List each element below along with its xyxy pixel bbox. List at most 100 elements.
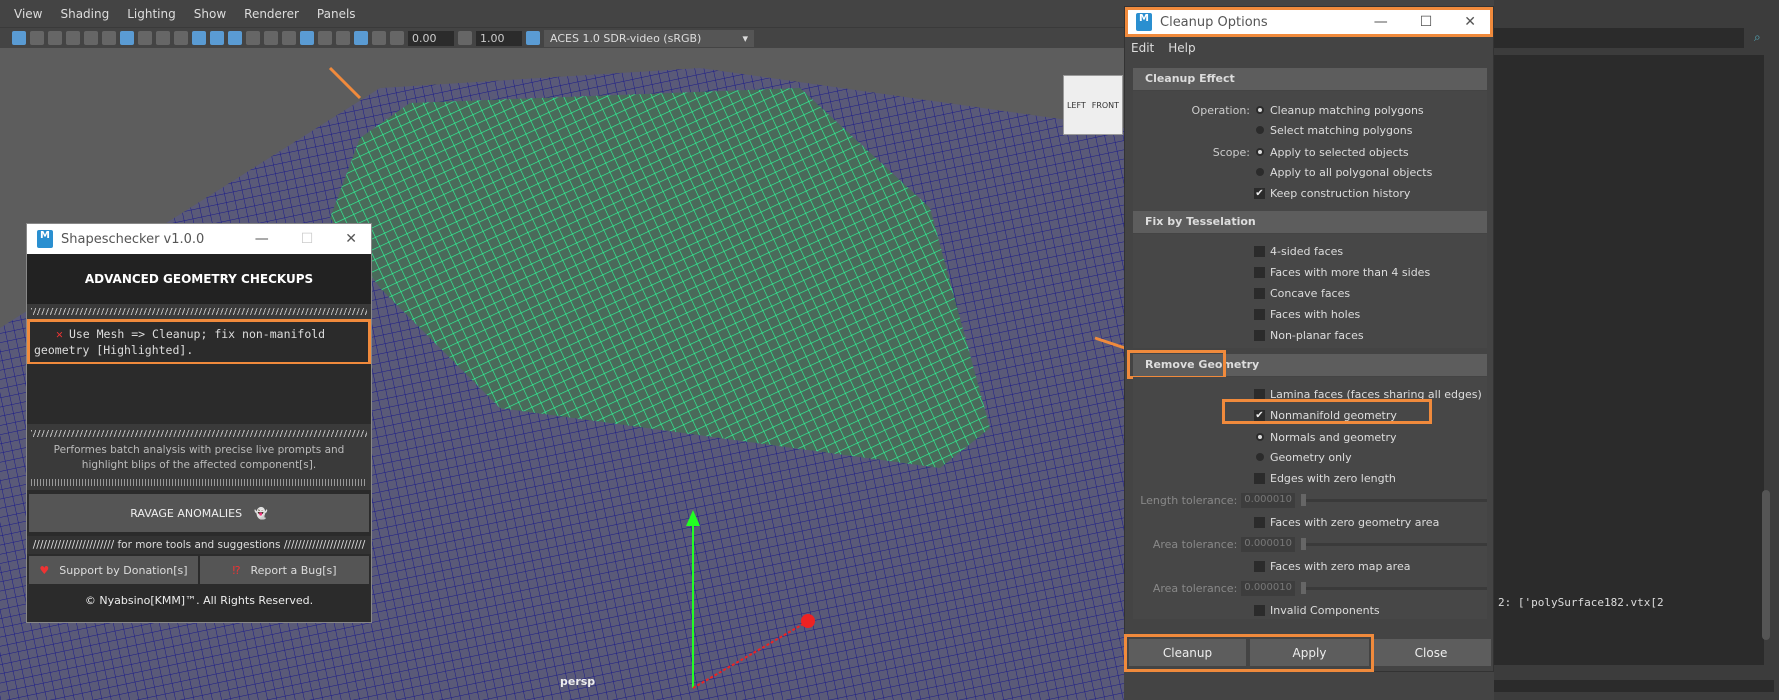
- checkbox-4-sided[interactable]: [1254, 245, 1265, 257]
- radio-geometry-only[interactable]: [1256, 453, 1264, 461]
- checkbox-label: Faces with holes: [1270, 307, 1361, 321]
- camera-icon[interactable]: [66, 31, 80, 45]
- exposure-icon: [390, 31, 404, 45]
- toolbar-icon[interactable]: [12, 31, 26, 45]
- checkbox-label: Faces with zero map area: [1270, 559, 1411, 573]
- script-output[interactable]: [1494, 55, 1764, 665]
- menu-edit[interactable]: Edit: [1131, 41, 1154, 55]
- script-editor-panel: ⌕ 2: ['polySurface182.vtx[2: [1494, 0, 1779, 700]
- title-bar[interactable]: M Shapeschecker v1.0.0 — ☐ ✕: [27, 224, 371, 254]
- menu-view[interactable]: View: [14, 7, 42, 21]
- color-management-icon[interactable]: [526, 31, 540, 45]
- toolbar-icon[interactable]: [48, 31, 62, 45]
- checkbox-holes[interactable]: [1254, 308, 1265, 320]
- links-caption: /////////////////////// for more tools a…: [27, 536, 371, 554]
- toolbar-icon[interactable]: [282, 31, 296, 45]
- radio-cleanup-matching[interactable]: [1256, 106, 1264, 114]
- length-tolerance-slider[interactable]: [1301, 493, 1487, 506]
- checkbox-label: Edges with zero length: [1270, 471, 1396, 485]
- toolbar-icon[interactable]: [246, 31, 260, 45]
- map-area-tolerance-slider[interactable]: [1301, 581, 1487, 594]
- toolbar-icon[interactable]: [156, 31, 170, 45]
- chevron-down-icon: ▾: [742, 31, 748, 45]
- checkbox-zero-length-edges[interactable]: [1254, 472, 1265, 484]
- isolate-icon[interactable]: [300, 31, 314, 45]
- close-button[interactable]: Close: [1371, 639, 1491, 666]
- checkbox-invalid-components[interactable]: [1254, 604, 1265, 616]
- minimize-icon[interactable]: —: [1374, 14, 1388, 30]
- menu-panels[interactable]: Panels: [317, 7, 356, 21]
- area-tolerance-slider[interactable]: [1301, 537, 1487, 550]
- toolbar-icon[interactable]: [30, 31, 44, 45]
- toolbar-icon[interactable]: [336, 31, 350, 45]
- wireframe-on-shaded-icon[interactable]: [228, 31, 242, 45]
- light-icon[interactable]: [264, 31, 278, 45]
- viewcube[interactable]: LEFT FRONT: [1063, 75, 1123, 135]
- close-icon[interactable]: ✕: [345, 231, 357, 247]
- search-input[interactable]: [1494, 28, 1744, 48]
- shaded-icon[interactable]: [210, 31, 224, 45]
- maximize-icon[interactable]: ☐: [301, 231, 314, 247]
- length-tolerance-input[interactable]: 0.000010: [1241, 492, 1295, 508]
- exposure-input[interactable]: 0.00: [408, 30, 454, 46]
- divider: [31, 479, 367, 486]
- maximize-icon[interactable]: ☐: [1420, 14, 1433, 30]
- radio-normals-geometry[interactable]: [1256, 433, 1264, 441]
- toolbar-icon[interactable]: [174, 31, 188, 45]
- gamma-input[interactable]: 1.00: [476, 30, 522, 46]
- horizontal-scrollbar[interactable]: [1494, 680, 1774, 692]
- map-area-tolerance-label: Area tolerance:: [1152, 581, 1238, 595]
- area-tolerance-input[interactable]: 0.000010: [1241, 536, 1295, 552]
- divider: [31, 308, 367, 315]
- checkbox-label: Faces with zero geometry area: [1270, 515, 1440, 529]
- toolbar-icon[interactable]: [318, 31, 332, 45]
- ghost-icon: 👻: [254, 506, 268, 520]
- interrobang-icon: ⁉: [232, 563, 241, 577]
- checkbox-non-planar[interactable]: [1254, 329, 1265, 341]
- map-area-tolerance-input[interactable]: 0.000010: [1241, 580, 1295, 596]
- checkbox-label: Keep construction history: [1270, 186, 1411, 200]
- section-cleanup-effect[interactable]: Cleanup Effect: [1133, 68, 1487, 90]
- checkbox-more-than-4[interactable]: [1254, 266, 1265, 278]
- minimize-icon[interactable]: —: [255, 231, 269, 247]
- report-bug-button[interactable]: ⁉ Report a Bug[s]: [200, 556, 369, 584]
- title-bar[interactable]: M Cleanup Options — ☐ ✕: [1125, 7, 1493, 37]
- radio-all-polygonal[interactable]: [1256, 168, 1264, 176]
- menu-lighting[interactable]: Lighting: [127, 7, 176, 21]
- checkbox-keep-history[interactable]: ✔: [1254, 187, 1265, 199]
- heart-icon: ♥: [39, 563, 50, 577]
- checkbox-zero-geometry-area[interactable]: [1254, 516, 1265, 528]
- colorspace-select[interactable]: ACES 1.0 SDR-video (sRGB) ▾: [544, 29, 754, 47]
- checkbox-label: Concave faces: [1270, 286, 1351, 300]
- toolbar-icon[interactable]: [84, 31, 98, 45]
- toolbar-icon[interactable]: [372, 31, 386, 45]
- viewcube-left[interactable]: LEFT: [1067, 101, 1086, 110]
- description: Performes batch analysis with precise li…: [53, 444, 345, 471]
- close-icon[interactable]: ✕: [1464, 14, 1476, 30]
- donation-button[interactable]: ♥ Support by Donation[s]: [29, 556, 198, 584]
- menu-shading[interactable]: Shading: [60, 7, 109, 21]
- menu-renderer[interactable]: Renderer: [244, 7, 299, 21]
- cleanup-options-dialog: M Cleanup Options — ☐ ✕ Edit Help Cleanup …: [1124, 6, 1494, 672]
- toolbar-icon[interactable]: [354, 31, 368, 45]
- radio-selected-objects[interactable]: [1256, 148, 1264, 156]
- footer: © Nyabsino[KMM]™. All Rights Reserved.: [84, 594, 314, 607]
- wireframe-icon[interactable]: [192, 31, 206, 45]
- ravage-anomalies-button[interactable]: RAVAGE ANOMALIES 👻: [29, 494, 369, 532]
- toolbar-icon[interactable]: [102, 31, 116, 45]
- checkbox-concave[interactable]: [1254, 287, 1265, 299]
- viewcube-front[interactable]: FRONT: [1092, 101, 1119, 110]
- toolbar-icon[interactable]: [138, 31, 152, 45]
- checkbox-label: Non-planar faces: [1270, 328, 1364, 342]
- search-next-icon[interactable]: ⌕: [1754, 30, 1761, 45]
- highlight-box: [1127, 350, 1226, 379]
- checkbox-lamina[interactable]: [1254, 388, 1265, 400]
- menu-show[interactable]: Show: [194, 7, 226, 21]
- radio-select-matching[interactable]: [1256, 126, 1264, 134]
- menu-help[interactable]: Help: [1168, 41, 1195, 55]
- grid-icon[interactable]: [120, 31, 134, 45]
- vertical-scrollbar[interactable]: [1762, 490, 1770, 640]
- checkbox-zero-map-area[interactable]: [1254, 560, 1265, 572]
- scope-label: Scope:: [1212, 145, 1250, 159]
- section-fix-by-tesselation[interactable]: Fix by Tesselation: [1133, 211, 1487, 233]
